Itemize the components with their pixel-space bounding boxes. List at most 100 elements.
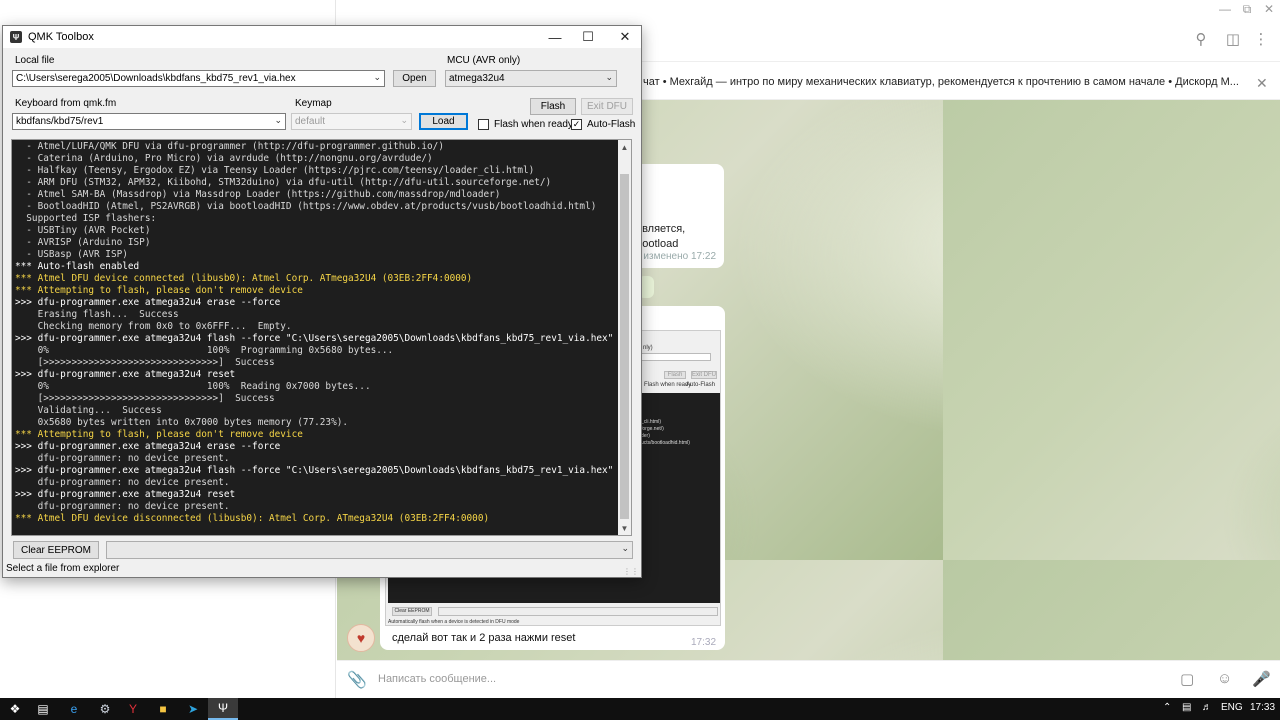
resize-grip-icon[interactable]: ⋮⋮	[623, 567, 639, 576]
search-icon[interactable]: ⚲	[1192, 30, 1210, 48]
clear-eeprom-button[interactable]: Clear EEPROM	[13, 541, 99, 559]
pinned-message-text: чат • Мехгайд — интро по миру механическ…	[643, 75, 1239, 88]
qmk-toolbox-icon[interactable]: Ψ	[208, 698, 238, 720]
console-line: >>> dfu-programmer.exe atmega32u4 reset	[15, 369, 236, 380]
minimize-icon[interactable]: —	[1214, 0, 1236, 18]
close-button[interactable]: ✕	[605, 26, 645, 48]
screenshot-button: Flash	[664, 371, 686, 379]
console-line: - USBTiny (AVR Pocket)	[15, 225, 151, 236]
attach-icon[interactable]: 📎	[347, 670, 367, 690]
keyboard-combo[interactable]: kbdfans/kbd75/rev1 ⌄	[12, 113, 286, 130]
status-text: Select a file from explorer	[6, 563, 120, 574]
flash-when-ready-label: Flash when ready	[494, 119, 573, 130]
exit-dfu-button[interactable]: Exit DFU	[581, 98, 633, 115]
close-icon: ✕	[619, 29, 631, 44]
message-time: 17:32	[691, 637, 717, 648]
message-time: изменено 17:22	[643, 251, 716, 262]
language-indicator[interactable]: ENG	[1221, 702, 1243, 713]
edge-icon[interactable]: e	[59, 698, 89, 720]
close-icon[interactable]: ✕	[1258, 0, 1280, 18]
console-line: Checking memory from 0x0 to 0x6FFF... Em…	[15, 321, 292, 332]
local-file-combo[interactable]: C:\Users\serega2005\Downloads\kbdfans_kb…	[12, 70, 385, 87]
console-line: >>> dfu-programmer.exe atmega32u4 flash …	[15, 465, 614, 476]
console-line: 0% 100% Programming 0x5680 bytes...	[15, 345, 394, 356]
yandex-browser-icon[interactable]: Y	[118, 698, 148, 720]
screenshot-console-text: _cli.html)	[641, 419, 662, 425]
restore-icon[interactable]: ⧉	[1236, 0, 1258, 18]
console-line: - Atmel/LUFA/QMK DFU via dfu-programmer …	[15, 141, 444, 152]
commands-icon[interactable]: ▢	[1180, 670, 1194, 688]
console-line: Supported ISP flashers:	[15, 213, 157, 224]
console-line: - ARM DFU (STM32, APM32, Kiibohd, STM32d…	[15, 177, 552, 188]
file-explorer-icon[interactable]: ■	[148, 698, 178, 720]
screenshot-button: Clear EEPROM	[392, 607, 432, 616]
qmk-toolbox-window: Ψ QMK Toolbox — ☐ ✕ Local file C:\Users\…	[2, 25, 642, 578]
console-scrollbar[interactable]: ▲ ▼	[618, 140, 631, 535]
scroll-down-icon[interactable]: ▼	[618, 521, 631, 535]
message-input[interactable]: Написать сообщение...	[378, 673, 496, 685]
console-line: - AVRISP (Arduino ISP)	[15, 237, 151, 248]
message-text: сделай вот так и 2 раза нажми reset	[392, 632, 576, 644]
screenshot-console-text: der)	[641, 433, 650, 439]
local-file-label: Local file	[15, 55, 55, 66]
telegram-window-controls: — ⧉ ✕	[1214, 0, 1280, 18]
maximize-button[interactable]: ☐	[568, 26, 608, 48]
emoji-icon[interactable]: ☺	[1217, 670, 1232, 687]
keymap-select[interactable]: default ⌄	[291, 113, 412, 130]
screenshot-console-text: ucts/bootloadhid.html)	[641, 440, 690, 446]
console-line: >>> dfu-programmer.exe atmega32u4 flash …	[15, 333, 614, 344]
scroll-thumb[interactable]	[620, 174, 629, 519]
checkmark-icon: ✓	[571, 119, 582, 130]
maximize-icon: ☐	[582, 29, 594, 44]
qmk-logo-icon: Ψ	[10, 31, 22, 43]
auto-flash-label: Auto-Flash	[587, 119, 636, 130]
sidebar-toggle-icon[interactable]: ◫	[1224, 30, 1242, 48]
console-line: [>>>>>>>>>>>>>>>>>>>>>>>>>>>>>>>] Succes…	[15, 357, 275, 368]
console-line: dfu-programmer: no device present.	[15, 501, 230, 512]
flash-when-ready-checkbox[interactable]: Flash when ready	[478, 119, 573, 130]
open-button[interactable]: Open	[393, 70, 436, 87]
volume-icon[interactable]: ♬	[1202, 702, 1212, 713]
title-bar[interactable]: Ψ QMK Toolbox — ☐ ✕	[3, 26, 641, 48]
chevron-down-icon: ⌄	[400, 115, 408, 125]
mcu-select[interactable]: atmega32u4 ⌄	[445, 70, 617, 87]
screenshot-text: Flash when ready	[644, 382, 692, 388]
load-button[interactable]: Load	[419, 113, 468, 130]
telegram-icon[interactable]: ➤	[178, 698, 208, 720]
scroll-up-icon[interactable]: ▲	[618, 140, 631, 154]
screenshot-console-text: forge.net/)	[641, 426, 664, 432]
mcu-value: atmega32u4	[449, 73, 505, 84]
auto-flash-checkbox[interactable]: ✓ Auto-Flash	[571, 119, 635, 130]
clock[interactable]: 17:33	[1250, 702, 1275, 713]
console-line: *** Auto-flash enabled	[15, 261, 140, 272]
console-line: [>>>>>>>>>>>>>>>>>>>>>>>>>>>>>>>] Succes…	[15, 393, 275, 404]
close-pinned-icon[interactable]: ✕	[1256, 75, 1268, 92]
chevron-down-icon: ⌄	[274, 115, 282, 125]
console-line: *** Attempting to flash, please don't re…	[15, 285, 303, 296]
keyboard-label: Keyboard from qmk.fm	[15, 98, 117, 109]
screenshot-button: Exit DFU	[691, 371, 717, 379]
task-view-icon[interactable]: ▤	[28, 698, 58, 720]
local-file-value: C:\Users\serega2005\Downloads\kbdfans_kb…	[16, 73, 296, 84]
windows-start-icon[interactable]: ❖	[0, 698, 30, 720]
screenshot-text: Auto-Flash	[686, 382, 716, 388]
network-icon[interactable]: ▤	[1182, 702, 1191, 713]
steam-icon[interactable]: ⚙	[90, 698, 120, 720]
console-line: - BootloadHID (Atmel, PS2AVRGB) via boot…	[15, 201, 597, 212]
checkbox-box	[478, 119, 489, 130]
minimize-icon: —	[548, 29, 562, 45]
message-input-bar: 📎 Написать сообщение... ▢ ☺ 🎤	[337, 660, 1280, 698]
microphone-icon[interactable]: 🎤	[1252, 670, 1271, 688]
more-options-icon[interactable]: ⋮	[1252, 30, 1270, 48]
screenshot-status: Automatically flash when a device is det…	[388, 619, 520, 625]
flash-button[interactable]: Flash	[530, 98, 576, 115]
console-output[interactable]: - Atmel/LUFA/QMK DFU via dfu-programmer …	[11, 139, 632, 536]
keyboard-value: kbdfans/kbd75/rev1	[16, 116, 104, 127]
tray-chevron-icon[interactable]: ⌃	[1163, 702, 1171, 713]
hid-device-select[interactable]: ⌄	[106, 541, 633, 559]
mcu-label: MCU (AVR only)	[447, 55, 521, 66]
avatar[interactable]: ♥	[347, 624, 375, 652]
window-title: QMK Toolbox	[28, 31, 94, 43]
console-line: *** Atmel DFU device connected (libusb0)…	[15, 273, 473, 284]
status-bar: Select a file from explorer ⋮⋮	[3, 563, 641, 577]
